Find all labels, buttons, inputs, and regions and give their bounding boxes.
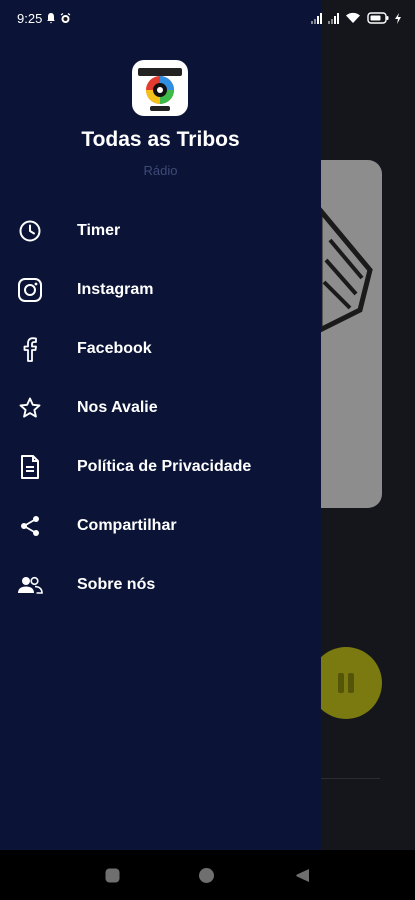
menu-item-instagram[interactable]: Instagram [0,263,321,317]
status-bar: 9:25 [0,0,415,36]
menu-item-label: Compartilhar [77,517,177,534]
menu-item-compartilhar[interactable]: Compartilhar [0,499,321,553]
menu-item-facebook[interactable]: Facebook [0,322,321,376]
menu-item-politica-privacidade[interactable]: Política de Privacidade [0,440,321,494]
charging-icon [395,12,401,24]
menu-item-label: Sobre nós [77,576,156,593]
document-icon [17,454,43,480]
app-logo [132,60,188,116]
app-title: Todas as Tribos [81,128,240,151]
system-nav-bar [0,850,415,900]
menu-item-label: Nos Avalie [77,399,158,416]
star-icon [17,395,43,421]
menu-item-label: Facebook [77,340,152,357]
wifi-icon [346,12,360,23]
home-button-icon[interactable] [198,867,215,884]
menu-item-label: Política de Privacidade [77,458,252,475]
notification-bell-icon [47,13,56,24]
menu-item-timer[interactable]: Timer [0,204,321,258]
back-button-icon[interactable] [294,867,311,884]
recents-button-icon[interactable] [104,867,121,884]
menu-item-sobre-nos[interactable]: Sobre nós [0,558,321,612]
clock-icon [17,218,43,244]
app-subtitle: Rádio [143,163,178,178]
status-time: 9:25 [17,10,43,26]
instagram-icon [17,277,43,303]
menu-item-label: Instagram [77,281,154,298]
signal-2-icon [328,12,339,24]
alarm-icon [60,12,71,23]
navigation-drawer: Todas as Tribos Rádio Timer Instagram Fa… [0,0,321,850]
facebook-icon [17,336,43,362]
signal-icon [311,12,322,24]
menu-item-nos-avalie[interactable]: Nos Avalie [0,381,321,435]
people-icon [17,572,43,598]
battery-icon [367,12,389,24]
share-icon [17,513,43,539]
menu-item-label: Timer [77,222,121,239]
divider [320,778,380,779]
